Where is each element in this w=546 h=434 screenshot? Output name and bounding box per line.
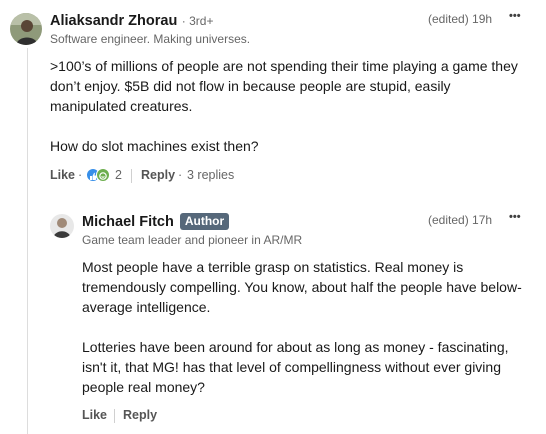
replies-count-link[interactable]: 3 replies bbox=[187, 168, 234, 182]
comment-paragraph: How do slot machines exist then? bbox=[50, 138, 259, 154]
reply-button[interactable]: Reply bbox=[141, 168, 175, 182]
action-divider bbox=[114, 409, 115, 423]
separator-dot: · bbox=[178, 168, 183, 182]
like-button[interactable]: Like bbox=[50, 168, 75, 182]
reply-paragraph: Most people have a terrible grasp on sta… bbox=[82, 259, 522, 315]
author-headline: Game team leader and pioneer in AR/MR bbox=[82, 233, 303, 247]
reply-paragraph: Lotteries have been around for about as … bbox=[82, 339, 509, 395]
comment-paragraph: >100’s of millions of people are not spe… bbox=[50, 58, 518, 114]
author-headline: Software engineer. Making universes. bbox=[50, 32, 251, 46]
more-icon[interactable]: ••• bbox=[509, 10, 521, 22]
author-name[interactable]: Aliaksandr Zhorau bbox=[50, 13, 177, 29]
author-name[interactable]: Michael Fitch bbox=[82, 214, 174, 230]
celebrate-icon bbox=[96, 168, 110, 182]
author-badge: Author bbox=[179, 213, 230, 230]
avatar[interactable] bbox=[50, 214, 74, 238]
edited-time: (edited) 17h bbox=[428, 213, 493, 227]
avatar[interactable] bbox=[10, 13, 42, 45]
action-divider bbox=[131, 169, 132, 183]
reply-actions: Like Reply bbox=[82, 406, 202, 424]
reaction-count[interactable]: 2 bbox=[115, 168, 122, 182]
more-icon[interactable]: ••• bbox=[509, 211, 521, 223]
thread-line bbox=[27, 48, 28, 434]
avatar-photo-icon bbox=[50, 214, 74, 238]
reply-button[interactable]: Reply bbox=[123, 408, 157, 422]
comment-actions: Like · 2 Reply · 3 replies bbox=[50, 166, 310, 184]
connection-degree: · 3rd+ bbox=[181, 14, 214, 28]
edited-time: (edited) 19h bbox=[428, 12, 493, 26]
separator-dot: · bbox=[78, 168, 83, 182]
comment-body: >100’s of millions of people are not spe… bbox=[50, 56, 520, 156]
like-button[interactable]: Like bbox=[82, 408, 107, 422]
avatar-photo-icon bbox=[10, 13, 42, 45]
reply-body: Most people have a terrible grasp on sta… bbox=[82, 257, 532, 397]
